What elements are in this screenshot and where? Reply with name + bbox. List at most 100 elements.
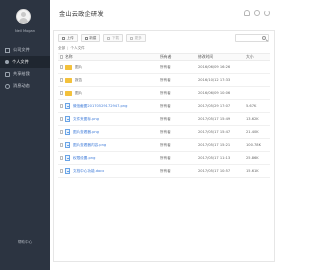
folder-icon bbox=[65, 90, 72, 96]
new-button[interactable]: 新建 bbox=[80, 34, 101, 42]
sidebar-item-messages[interactable]: 消息动态 bbox=[0, 80, 50, 92]
row-checkbox[interactable] bbox=[59, 117, 64, 121]
folder-icon bbox=[65, 77, 72, 83]
file-time: 2017/05/17 11:13 bbox=[198, 156, 231, 160]
search-icon[interactable] bbox=[262, 36, 266, 40]
plus-icon bbox=[84, 36, 88, 40]
upload-icon bbox=[62, 36, 65, 40]
file-size: 100.78K bbox=[246, 143, 261, 147]
file-time: 2017/05/17 10:57 bbox=[198, 169, 231, 173]
table-row[interactable]: 图片 所有者 2016/06/09 10:06 bbox=[58, 87, 270, 100]
file-owner: 所有者 bbox=[160, 116, 171, 121]
download-button[interactable]: 下载 bbox=[103, 34, 124, 42]
column-time[interactable]: 修改时间 bbox=[198, 54, 246, 60]
image-file-icon bbox=[65, 129, 70, 135]
image-file-icon bbox=[65, 103, 70, 109]
file-name[interactable]: 图片 bbox=[75, 91, 82, 96]
column-owner[interactable]: 所有者 bbox=[160, 54, 198, 60]
file-name[interactable]: 文档中心功能.docx bbox=[73, 169, 104, 174]
file-name[interactable]: 文件夹图标.png bbox=[73, 117, 99, 122]
row-checkbox[interactable] bbox=[59, 156, 64, 160]
avatar[interactable] bbox=[16, 9, 31, 24]
file-time: 2016/10/12 17:33 bbox=[198, 78, 231, 82]
sidebar-item-company-files[interactable]: 公司文件 bbox=[0, 44, 50, 56]
image-file-icon bbox=[65, 155, 70, 161]
file-name[interactable]: 微信截图20170529172947.png bbox=[73, 104, 127, 109]
file-size: 15.61K bbox=[246, 169, 259, 173]
file-size: 25.86K bbox=[246, 156, 259, 160]
image-file-icon bbox=[65, 142, 70, 148]
file-owner: 所有者 bbox=[160, 103, 171, 108]
table-row[interactable]: 权限设置.png 所有者 2017/05/17 11:13 25.86K bbox=[58, 152, 270, 165]
header-actions bbox=[244, 10, 270, 16]
table-header: 名称 所有者 修改时间 大小 bbox=[58, 53, 270, 61]
row-checkbox[interactable] bbox=[59, 143, 64, 147]
table-row[interactable]: 图片 所有者 2016/06/09 16:26 bbox=[58, 61, 270, 74]
file-table: 名称 所有者 修改时间 大小 图片 所有者 2016/06/09 16:26 报… bbox=[58, 53, 270, 178]
file-owner: 所有者 bbox=[160, 90, 171, 95]
header: 金山云政企研发 bbox=[50, 0, 280, 28]
row-checkbox[interactable] bbox=[59, 78, 64, 82]
select-all-checkbox[interactable] bbox=[59, 55, 64, 59]
sidebar-item-label: 消息动态 bbox=[13, 83, 30, 88]
table-row[interactable]: 微信截图20170529172947.png 所有者 2017/05/29 17… bbox=[58, 100, 270, 113]
upload-button[interactable]: 上传 bbox=[58, 34, 78, 42]
power-icon[interactable] bbox=[264, 10, 270, 16]
more-button[interactable]: 更多 bbox=[126, 34, 146, 42]
building-icon bbox=[5, 47, 10, 53]
sidebar: Neil Mogan 公司文件 个人文件 共享给我 消息动态 帮助中心 bbox=[0, 0, 50, 270]
upload-label: 上传 bbox=[66, 35, 74, 40]
breadcrumb-root[interactable]: 全部 bbox=[58, 46, 65, 51]
bell-icon[interactable] bbox=[244, 10, 250, 16]
gear-icon[interactable] bbox=[254, 10, 260, 16]
folder-icon bbox=[65, 64, 72, 70]
file-owner: 所有者 bbox=[160, 64, 171, 69]
file-owner: 所有者 bbox=[160, 129, 171, 134]
file-panel: 上传 新建 下载 更多 全部 | 个人文件 名称 所有者 修改时间 大小 图片 … bbox=[53, 30, 275, 262]
row-checkbox[interactable] bbox=[59, 169, 64, 173]
file-time: 2016/06/09 16:26 bbox=[198, 65, 231, 69]
row-checkbox[interactable] bbox=[59, 130, 64, 134]
table-row[interactable]: 文档中心功能.docx 所有者 2017/05/17 10:57 15.61K bbox=[58, 165, 270, 178]
file-size: 21.40K bbox=[246, 130, 259, 134]
column-name[interactable]: 名称 bbox=[65, 54, 160, 60]
search-input[interactable] bbox=[235, 34, 269, 42]
row-checkbox[interactable] bbox=[59, 65, 64, 69]
column-size[interactable]: 大小 bbox=[246, 54, 270, 60]
help-link[interactable]: 帮助中心 bbox=[0, 240, 50, 245]
sidebar-item-shared-with-me[interactable]: 共享给我 bbox=[0, 68, 50, 80]
file-name[interactable]: 图片查看器内容.png bbox=[73, 143, 106, 148]
file-time: 2017/05/29 17:07 bbox=[198, 104, 231, 108]
file-name[interactable]: 图片查看器.png bbox=[73, 130, 99, 135]
toolbar: 上传 新建 下载 更多 bbox=[58, 34, 146, 42]
file-owner: 所有者 bbox=[160, 142, 171, 147]
table-row[interactable]: 报告 所有者 2016/10/12 17:33 bbox=[58, 74, 270, 87]
download-icon bbox=[107, 36, 111, 40]
sidebar-item-label: 共享给我 bbox=[13, 71, 30, 76]
sidebar-nav: 公司文件 个人文件 共享给我 消息动态 bbox=[0, 44, 50, 92]
breadcrumb: 全部 | 个人文件 bbox=[58, 46, 85, 51]
username: Neil Mogan bbox=[14, 29, 36, 33]
clock-icon bbox=[5, 83, 10, 89]
download-label: 下载 bbox=[111, 35, 120, 40]
file-name[interactable]: 报告 bbox=[75, 78, 82, 83]
page-title: 金山云政企研发 bbox=[59, 11, 104, 18]
table-row[interactable]: 文件夹图标.png 所有者 2017/05/17 15:49 13.62K bbox=[58, 113, 270, 126]
sidebar-item-personal-files[interactable]: 个人文件 bbox=[0, 56, 50, 68]
file-size: 5.67K bbox=[246, 104, 257, 108]
sidebar-item-label: 个人文件 bbox=[12, 59, 29, 64]
table-row[interactable]: 图片查看器.png 所有者 2017/05/17 15:47 21.40K bbox=[58, 126, 270, 139]
new-label: 新建 bbox=[89, 35, 97, 40]
file-name[interactable]: 权限设置.png bbox=[73, 156, 95, 161]
table-row[interactable]: 图片查看器内容.png 所有者 2017/05/17 15:21 100.78K bbox=[58, 139, 270, 152]
breadcrumb-separator: | bbox=[67, 46, 69, 50]
file-time: 2017/05/17 15:47 bbox=[198, 130, 231, 134]
user-icon bbox=[5, 60, 9, 64]
row-checkbox[interactable] bbox=[59, 91, 64, 95]
file-time: 2016/06/09 10:06 bbox=[198, 91, 231, 95]
file-time: 2017/05/17 15:49 bbox=[198, 117, 231, 121]
file-owner: 所有者 bbox=[160, 155, 171, 160]
file-name[interactable]: 图片 bbox=[75, 65, 82, 70]
file-owner: 所有者 bbox=[160, 168, 171, 173]
row-checkbox[interactable] bbox=[59, 104, 64, 108]
